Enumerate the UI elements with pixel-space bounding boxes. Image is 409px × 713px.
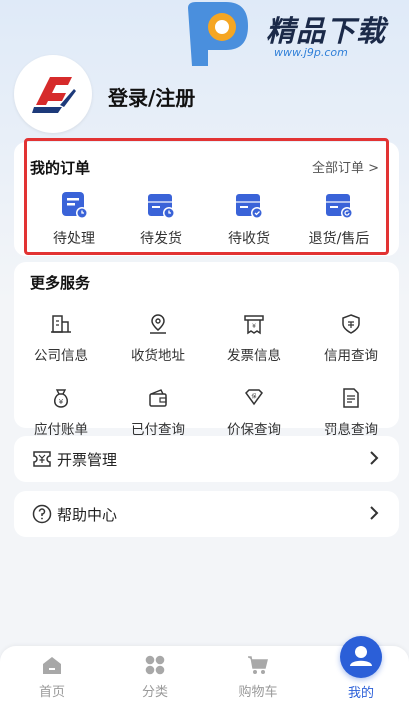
service-label: 应付账单	[34, 422, 88, 438]
tab-label: 首页	[38, 685, 65, 700]
tab-category[interactable]: 分类	[115, 654, 195, 700]
to-receive-icon	[236, 194, 263, 219]
service-label: 信用查询	[324, 348, 378, 364]
credit-icon	[342, 314, 360, 334]
to-ship-icon	[148, 194, 175, 219]
service-label: 发票信息	[227, 348, 281, 364]
company-icon	[51, 315, 71, 333]
home-icon	[43, 657, 61, 674]
category-icon	[145, 655, 165, 675]
order-to-receive[interactable]: 待收货	[205, 190, 293, 248]
tab-label: 分类	[141, 685, 168, 700]
service-paid-query[interactable]: 已付查询	[111, 387, 205, 438]
orders-title: 我的订单	[30, 159, 91, 177]
watermark-url: www.j9p.com	[274, 46, 348, 59]
invoice-management-row[interactable]: 开票管理	[14, 436, 399, 482]
tab-home[interactable]: 首页	[12, 654, 92, 700]
all-orders-link[interactable]: 全部订单 >	[312, 157, 379, 176]
return-icon	[326, 194, 353, 219]
order-label: 退货/售后	[308, 231, 370, 247]
order-return[interactable]: 退货/售后	[295, 190, 383, 248]
help-icon	[32, 504, 52, 524]
svg-text:保: 保	[251, 393, 256, 400]
order-to-ship[interactable]: 待发货	[117, 190, 205, 248]
order-label: 待发货	[140, 231, 182, 247]
cart-icon	[248, 656, 268, 674]
company-logo-icon	[32, 77, 76, 113]
row-label: 帮助中心	[57, 506, 118, 524]
login-register-link[interactable]: 登录/注册	[108, 82, 195, 111]
wallet-icon	[149, 389, 167, 407]
svg-text:¥: ¥	[59, 398, 64, 406]
svg-text:¥: ¥	[252, 323, 256, 330]
service-label: 罚息查询	[324, 422, 378, 438]
tab-label: 购物车	[238, 685, 278, 700]
tab-me[interactable]: 我的	[321, 657, 401, 701]
tab-cart[interactable]: 购物车	[218, 654, 298, 700]
service-label: 收货地址	[131, 348, 185, 364]
order-label: 待收货	[228, 231, 270, 247]
service-company-info[interactable]: 公司信息	[14, 313, 108, 364]
row-label: 开票管理	[57, 451, 118, 469]
ticket-icon	[33, 451, 51, 467]
order-label: 待处理	[53, 231, 95, 247]
help-center-row[interactable]: 帮助中心	[14, 491, 399, 537]
chevron-right-icon	[370, 506, 379, 520]
location-icon	[150, 314, 166, 334]
service-invoice[interactable]: ¥ 发票信息	[207, 313, 301, 364]
price-protect-icon: 保	[245, 389, 263, 406]
penalty-icon	[343, 388, 359, 408]
service-price-protect[interactable]: 保 价保查询	[207, 387, 301, 438]
service-label: 已付查询	[131, 422, 185, 438]
service-penalty[interactable]: 罚息查询	[304, 387, 398, 438]
service-bill[interactable]: ¥ 应付账单	[14, 387, 108, 438]
service-label: 价保查询	[227, 422, 281, 438]
pending-icon	[62, 192, 88, 219]
service-address[interactable]: 收货地址	[111, 313, 205, 364]
service-label: 公司信息	[34, 348, 88, 364]
watermark-brand: 精品下载	[266, 14, 387, 48]
invoice-icon: ¥	[244, 315, 264, 335]
order-pending[interactable]: 待处理	[30, 190, 118, 248]
tab-label: 我的	[347, 686, 374, 701]
avatar[interactable]	[14, 55, 92, 133]
chevron-right-icon	[370, 451, 379, 465]
services-title: 更多服务	[30, 274, 91, 292]
service-credit[interactable]: 信用查询	[304, 313, 398, 364]
bill-icon: ¥	[54, 389, 68, 408]
